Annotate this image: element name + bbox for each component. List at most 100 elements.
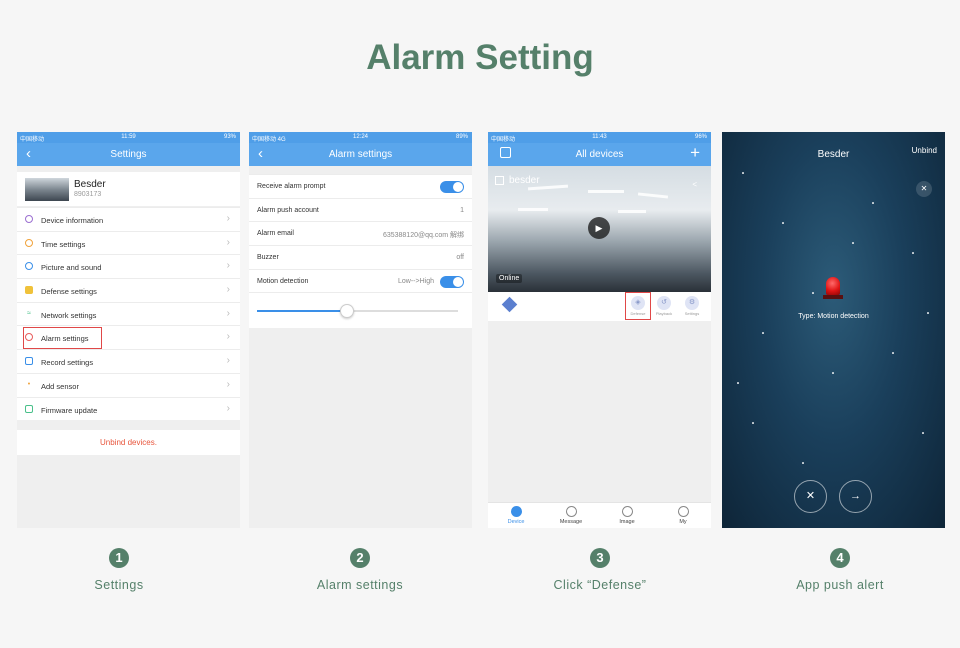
step-number: 3 bbox=[590, 548, 610, 568]
battery-text: 96% bbox=[694, 134, 707, 140]
settings-item-record[interactable]: Record settings › bbox=[17, 349, 240, 373]
alarm-email-row[interactable]: Alarm email 635388120@qq.com 解绑 bbox=[249, 221, 472, 245]
select-checkbox-icon[interactable] bbox=[495, 176, 504, 185]
push-account-row[interactable]: Alarm push account 1 bbox=[249, 197, 472, 222]
tab-label: Device bbox=[507, 519, 525, 525]
device-icon bbox=[510, 506, 522, 517]
settings-item-firmware[interactable]: Firmware update › bbox=[17, 396, 240, 421]
camera-preview[interactable]: besder < ▶ Online bbox=[488, 166, 711, 292]
online-badge: Online bbox=[496, 274, 523, 283]
device-id: 8903173 bbox=[74, 191, 102, 198]
phone-settings: 中国移动 11:59 93% ‹ Settings Besder 8903173… bbox=[17, 132, 240, 528]
sensitivity-slider-track[interactable] bbox=[257, 310, 458, 313]
tab-bar: Device Message Image My bbox=[488, 502, 711, 528]
settings-item-defense[interactable]: Defense settings › bbox=[17, 278, 240, 302]
settings-list: Device information › Time settings › Pic… bbox=[17, 207, 240, 421]
playback-button[interactable]: ↺ Playback bbox=[654, 296, 674, 316]
step-number: 4 bbox=[830, 548, 850, 568]
alarm-email-value: 635388120@qq.com 解绑 bbox=[382, 232, 464, 240]
tab-my[interactable]: My bbox=[663, 506, 703, 525]
sensitivity-slider-fill bbox=[257, 310, 348, 313]
user-icon bbox=[677, 506, 689, 517]
motion-detection-toggle[interactable] bbox=[440, 275, 464, 288]
settings-item-time[interactable]: Time settings › bbox=[17, 230, 240, 255]
receive-alarm-toggle[interactable] bbox=[440, 181, 464, 193]
nav-title: Settings bbox=[110, 149, 147, 160]
dismiss-button[interactable]: ✕ bbox=[794, 480, 827, 513]
mute-icon[interactable]: ✕ bbox=[916, 181, 932, 197]
phone-alarm-settings: 中国移动 4G 12:24 89% ‹ Alarm settings Recei… bbox=[249, 132, 472, 528]
settings-item-label: Picture and sound bbox=[41, 263, 102, 273]
tab-label: My bbox=[679, 519, 687, 525]
home-icon[interactable] bbox=[501, 296, 518, 313]
step-number: 2 bbox=[350, 548, 370, 568]
playback-icon: ↺ bbox=[657, 296, 671, 310]
settings-item-label: Record settings bbox=[41, 358, 94, 368]
page-title: Alarm Setting bbox=[366, 38, 594, 77]
chevron-right-icon: › bbox=[226, 260, 230, 272]
nav-bar: ‹ Settings bbox=[17, 143, 240, 166]
buzzer-value: off bbox=[456, 254, 464, 262]
battery-text: 89% bbox=[455, 134, 468, 140]
settings-item-label: Firmware update bbox=[41, 405, 98, 415]
tab-device[interactable]: Device bbox=[496, 506, 536, 525]
settings-item-device-information[interactable]: Device information › bbox=[17, 207, 240, 231]
tab-image[interactable]: Image bbox=[607, 506, 647, 525]
share-icon[interactable]: < bbox=[692, 180, 697, 189]
alarm-email-label: Alarm email bbox=[257, 230, 294, 238]
settings-item-picture-sound[interactable]: Picture and sound › bbox=[17, 254, 240, 278]
device-thumbnail bbox=[25, 178, 69, 201]
status-time: 11:59 bbox=[121, 134, 136, 140]
tab-label: Message bbox=[559, 519, 583, 525]
wifi-icon: ≈ bbox=[27, 309, 31, 317]
settings-item-add-sensor[interactable]: • Add sensor › bbox=[17, 372, 240, 397]
alarm-settings-list: Receive alarm prompt Alarm push account … bbox=[249, 174, 472, 329]
nav-bar: ‹ Alarm settings bbox=[249, 143, 472, 166]
settings-item-alarm[interactable]: Alarm settings › bbox=[17, 325, 240, 350]
settings-item-label: Alarm settings bbox=[41, 334, 89, 344]
settings-item-network[interactable]: ≈ Network settings › bbox=[17, 301, 240, 326]
motion-sensitivity-range: Low-->High bbox=[398, 277, 434, 285]
defense-button[interactable]: ◈ Defense bbox=[628, 296, 648, 316]
settings-item-label: Time settings bbox=[41, 239, 86, 249]
video-icon bbox=[25, 357, 33, 366]
message-icon bbox=[565, 506, 577, 517]
starry-background bbox=[722, 132, 945, 528]
camera-actions: ◈ Defense ↺ Playback ⚙ Settings bbox=[488, 292, 711, 321]
image-icon bbox=[621, 506, 633, 517]
push-account-label: Alarm push account bbox=[257, 206, 319, 214]
open-alert-button[interactable]: → bbox=[839, 480, 872, 513]
device-card[interactable]: Besder 8903173 bbox=[17, 172, 240, 206]
unbind-button[interactable]: Unbind bbox=[912, 146, 937, 155]
step-label: Settings bbox=[94, 578, 144, 592]
add-device-icon[interactable]: + bbox=[690, 143, 700, 163]
chevron-right-icon: › bbox=[226, 402, 230, 414]
shield-icon: ◈ bbox=[631, 296, 645, 310]
nav-bar: All devices + bbox=[488, 143, 711, 166]
receive-alarm-row: Receive alarm prompt bbox=[249, 174, 472, 198]
status-bar: 中国移动 11:59 93% bbox=[17, 132, 240, 143]
nav-title: All devices bbox=[575, 149, 624, 160]
buzzer-row[interactable]: Buzzer off bbox=[249, 245, 472, 269]
play-icon[interactable]: ▶ bbox=[588, 217, 610, 239]
motion-detection-row: Motion detection Low-->High bbox=[249, 268, 472, 293]
settings-button[interactable]: ⚙ Settings bbox=[682, 296, 702, 316]
phone-all-devices: 中国移动 11:43 96% All devices + besder < ▶ … bbox=[488, 132, 711, 528]
status-bar: 中国移动 4G 12:24 89% bbox=[249, 132, 472, 143]
status-bar: 中国移动 11:43 96% bbox=[488, 132, 711, 143]
chevron-right-icon: › bbox=[226, 378, 230, 390]
tab-message[interactable]: Message bbox=[551, 506, 591, 525]
playback-label: Playback bbox=[655, 311, 673, 316]
step-label: App push alert bbox=[796, 578, 884, 592]
unbind-devices-button[interactable]: Unbind devices. bbox=[17, 430, 240, 455]
chevron-right-icon: › bbox=[226, 331, 230, 343]
sensor-icon: • bbox=[27, 380, 31, 388]
shield-icon bbox=[25, 286, 33, 295]
settings-item-label: Device information bbox=[41, 216, 104, 225]
battery-text: 93% bbox=[223, 134, 236, 140]
nav-title: Alarm settings bbox=[328, 149, 393, 160]
status-time: 11:43 bbox=[592, 134, 607, 140]
sensitivity-slider-knob[interactable] bbox=[340, 304, 355, 319]
step-number: 1 bbox=[109, 548, 129, 568]
settings-item-label: Add sensor bbox=[41, 381, 79, 391]
